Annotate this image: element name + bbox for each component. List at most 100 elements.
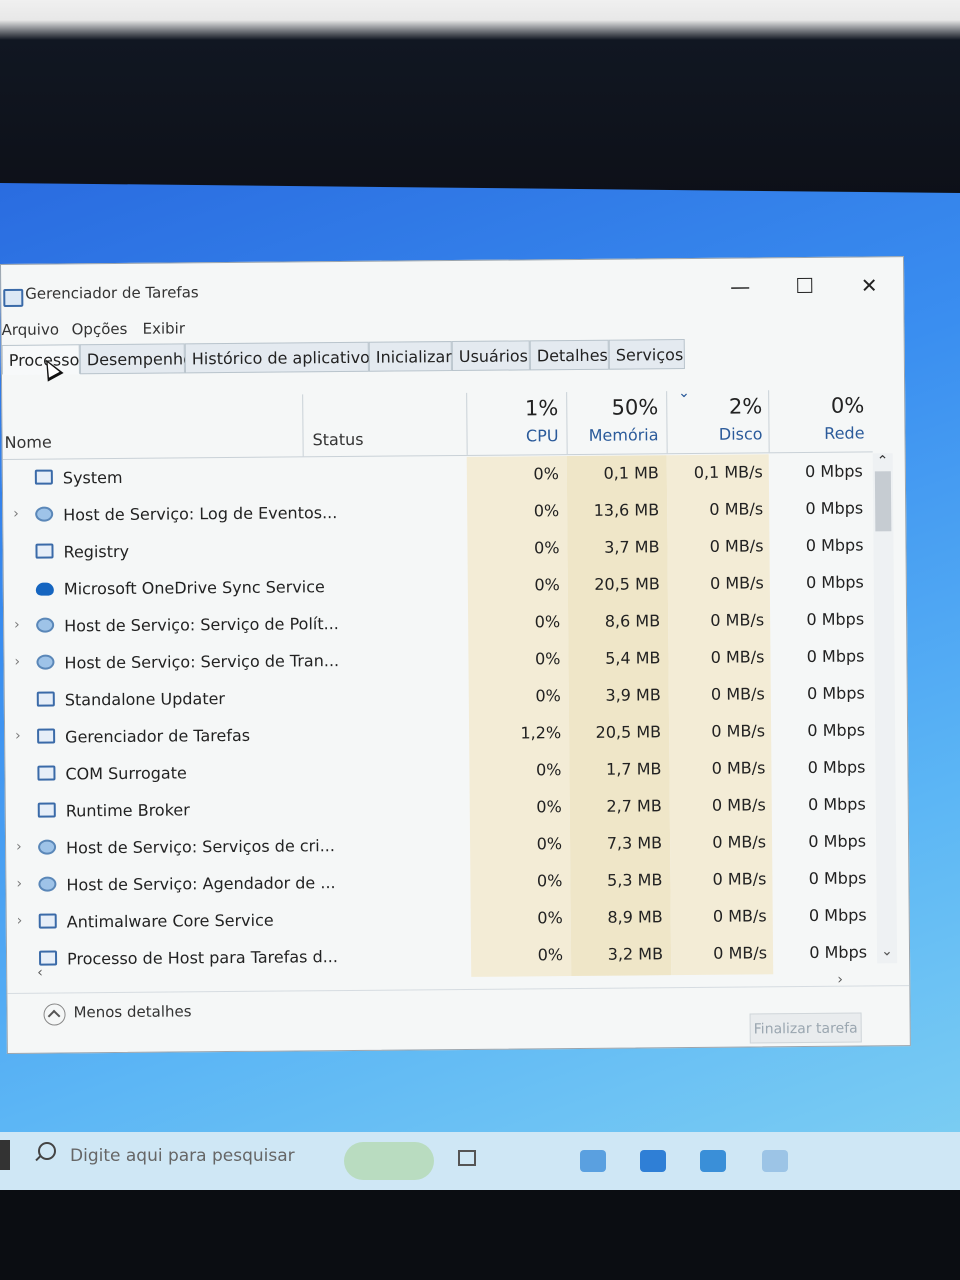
tab-historico[interactable]: Histórico de aplicativos [184, 341, 378, 374]
process-name: Host de Serviço: Serviço de Polít... [64, 614, 339, 636]
app-window-icon [38, 950, 58, 966]
service-gear-icon [35, 506, 54, 522]
mail-icon[interactable] [700, 1150, 726, 1172]
process-name: Host de Serviço: Log de Eventos... [63, 503, 338, 525]
column-cpu[interactable]: CPU [466, 426, 559, 446]
disk-value: 0 MB/s [712, 906, 767, 926]
memory-value: 20,5 MB [594, 574, 660, 594]
network-value: 0 Mbps [808, 905, 867, 925]
monitor-bezel-top [0, 0, 960, 200]
network-value: 0 Mbps [805, 498, 864, 518]
column-divider[interactable] [302, 394, 304, 457]
expand-chevron-icon[interactable]: › [14, 617, 20, 633]
app-window-icon [34, 469, 53, 485]
minimize-button[interactable]: — [717, 268, 763, 304]
maximize-icon [796, 277, 812, 294]
column-network[interactable]: Rede [768, 423, 864, 443]
tab-desempenho[interactable]: Desempenho [79, 343, 193, 375]
memory-value: 5,4 MB [605, 648, 661, 668]
tab-inicializar[interactable]: Inicializar [368, 341, 452, 372]
memory-value: 8,6 MB [604, 611, 661, 631]
expand-chevron-icon[interactable]: › [17, 913, 23, 929]
column-disk[interactable]: Disco [666, 424, 763, 444]
tab-servicos[interactable]: Serviços [608, 339, 685, 370]
disk-value: 0 MB/s [711, 721, 766, 741]
process-name: Microsoft OneDrive Sync Service [63, 577, 325, 599]
taskbar: Digite aqui para pesquisar [0, 1132, 960, 1190]
process-name: Runtime Broker [65, 800, 190, 821]
network-value: 0 Mbps [808, 868, 867, 888]
less-details-link[interactable]: Menos detalhes [73, 1002, 191, 1021]
column-status[interactable]: Status [312, 430, 363, 449]
file-explorer-icon[interactable] [580, 1150, 606, 1172]
widgets-button[interactable] [344, 1142, 434, 1180]
taskbar-search-input[interactable]: Digite aqui para pesquisar [70, 1146, 295, 1166]
disk-value: 0 MB/s [712, 869, 767, 889]
disk-value: 0 MB/s [710, 684, 765, 704]
vertical-scrollbar[interactable]: ⌃ ⌄ [872, 453, 898, 964]
scroll-up-icon[interactable]: ⌃ [877, 453, 889, 469]
disk-value: 0 MB/s [712, 832, 767, 852]
maximize-button[interactable] [781, 268, 827, 304]
menu-exibir[interactable]: Exibir [142, 319, 185, 337]
process-name: COM Surrogate [65, 763, 187, 784]
chevron-up-circle-icon[interactable] [43, 1003, 66, 1026]
scroll-left-icon[interactable]: ‹ [37, 965, 43, 981]
task-view-icon[interactable] [458, 1150, 476, 1166]
network-value: 0 Mbps [806, 646, 865, 666]
network-value: 0 Mbps [807, 757, 866, 777]
scroll-thumb[interactable] [874, 471, 892, 532]
network-value: 0 Mbps [806, 572, 864, 592]
memory-total-percent[interactable]: 50% [566, 395, 658, 420]
menu-arquivo[interactable]: Arquivo [1, 320, 59, 339]
cpu-value: 0% [534, 538, 560, 558]
footer-bar: Menos detalhes Finalizar tarefa [7, 985, 910, 1054]
memory-value: 0,1 MB [603, 463, 659, 483]
service-gear-icon [38, 876, 57, 892]
title-bar[interactable]: Gerenciador de Tarefas — ✕ [1, 257, 903, 317]
disk-value: 0 MB/s [709, 499, 764, 519]
cpu-value: 0% [536, 834, 563, 854]
end-task-button[interactable]: Finalizar tarefa [749, 1012, 862, 1044]
memory-value: 2,7 MB [606, 796, 662, 816]
column-memory[interactable]: Memória [566, 425, 659, 445]
app-window-icon [38, 913, 57, 929]
expand-chevron-icon[interactable]: › [14, 654, 20, 670]
process-name: Host de Serviço: Serviço de Tran... [64, 651, 340, 673]
app-window-icon [37, 765, 56, 781]
network-value: 0 Mbps [805, 461, 863, 481]
network-total-percent[interactable]: 0% [768, 393, 865, 418]
expand-chevron-icon[interactable]: › [15, 728, 21, 744]
network-value: 0 Mbps [806, 609, 865, 629]
column-name[interactable]: Nome [4, 433, 51, 452]
expand-chevron-icon[interactable]: › [16, 876, 22, 892]
cpu-value: 0% [534, 649, 561, 669]
cpu-value: 0% [533, 501, 560, 521]
close-button[interactable]: ✕ [846, 267, 892, 303]
expand-chevron-icon[interactable]: › [16, 839, 22, 855]
service-gear-icon [38, 839, 57, 855]
column-header-row: Nome Status 1% CPU 50% Memória ⌄ 2% Disc… [2, 371, 873, 460]
scroll-down-icon[interactable]: ⌄ [881, 943, 893, 959]
menu-opcoes[interactable]: Opções [71, 320, 127, 338]
window-title: Gerenciador de Tarefas [25, 283, 199, 303]
search-icon[interactable] [38, 1142, 56, 1160]
process-name: Registry [63, 541, 130, 562]
task-manager-window: Gerenciador de Tarefas — ✕ Arquivo Opçõe… [0, 256, 911, 1054]
app-window-icon [36, 691, 55, 707]
monitor-bezel-bottom [0, 1190, 960, 1280]
disk-value: 0 MB/s [710, 647, 765, 667]
tab-usuarios[interactable]: Usuários [451, 340, 530, 372]
pinned-app-icon[interactable] [762, 1150, 788, 1172]
store-icon[interactable] [640, 1150, 666, 1172]
tab-detalhes[interactable]: Detalhes [529, 339, 609, 371]
memory-value: 5,3 MB [607, 870, 663, 890]
tab-strip: Processos Desempenho Histórico de aplica… [1, 337, 904, 375]
network-value: 0 Mbps [806, 683, 865, 703]
process-name: System [62, 467, 123, 488]
disk-total-percent[interactable]: 2% [666, 394, 763, 419]
cpu-total-percent[interactable]: 1% [466, 396, 559, 421]
app-window-icon [37, 802, 56, 818]
expand-chevron-icon[interactable]: › [13, 506, 19, 522]
start-button[interactable] [0, 1140, 10, 1170]
